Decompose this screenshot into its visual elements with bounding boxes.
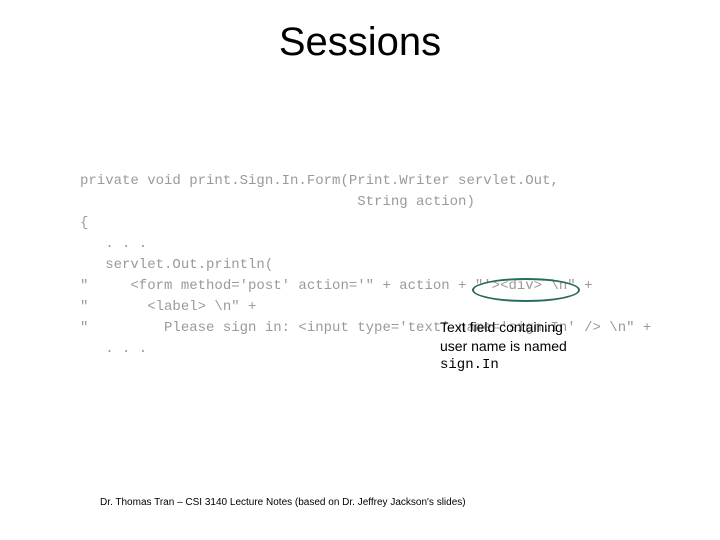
slide-footer: Dr. Thomas Tran – CSI 3140 Lecture Notes…	[100, 497, 466, 508]
annotation-line: user name is named	[440, 337, 615, 356]
code-line: " <label> \n" +	[80, 299, 256, 315]
slide-title: Sessions	[0, 20, 720, 65]
code-line: private void print.Sign.In.Form(Print.Wr…	[80, 173, 559, 189]
code-line: String action)	[80, 194, 475, 210]
code-line: {	[80, 215, 88, 231]
annotation-code: sign.In	[440, 356, 615, 375]
annotation-text: Text field containing user name is named…	[440, 318, 615, 375]
code-line: . . .	[80, 341, 147, 357]
code-line: " <form method='post' action='" + action…	[80, 278, 592, 294]
code-line: servlet.Out.println(	[80, 257, 273, 273]
code-line: . . .	[80, 236, 147, 252]
annotation-line: Text field containing	[440, 318, 615, 337]
